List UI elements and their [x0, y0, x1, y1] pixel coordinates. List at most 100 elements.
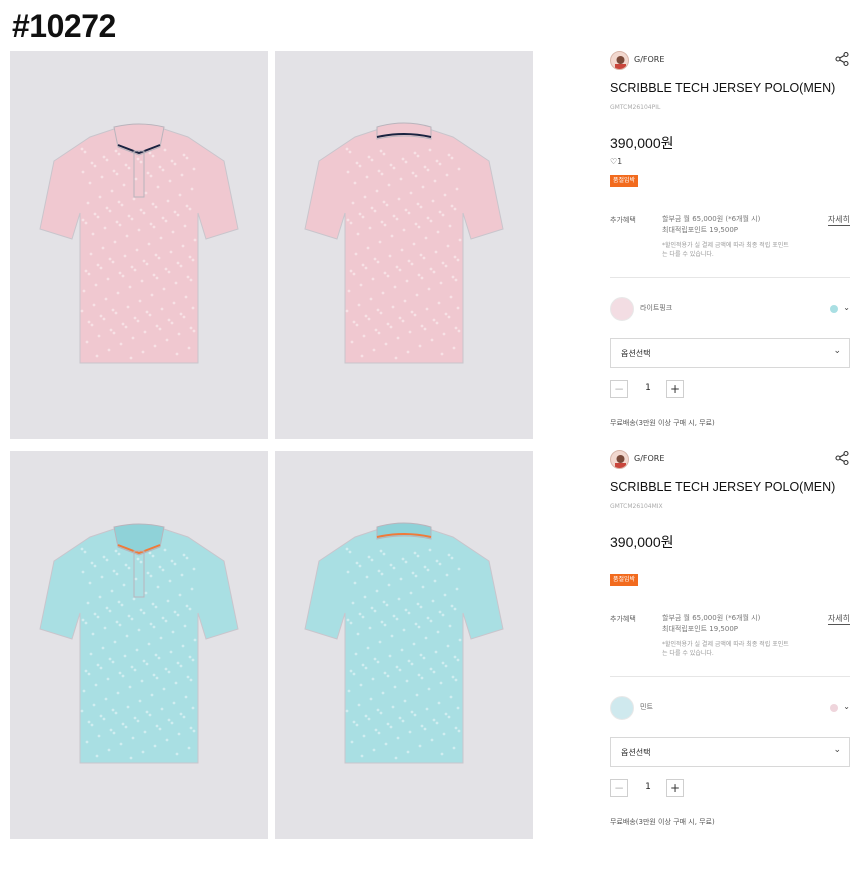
- fabric-pattern: [106, 677, 110, 681]
- brand-logo[interactable]: [610, 450, 629, 469]
- fabric-pattern: [447, 153, 451, 157]
- fabric-pattern: [112, 569, 116, 573]
- quantity-value[interactable]: 1: [638, 782, 658, 792]
- option-select[interactable]: 옵션선택 ⌄: [610, 338, 850, 368]
- fabric-pattern: [421, 585, 425, 589]
- fabric-pattern: [438, 210, 442, 214]
- fabric-pattern: [137, 228, 141, 232]
- fabric-pattern: [127, 566, 131, 570]
- fabric-pattern: [186, 275, 190, 279]
- quantity-increase-button[interactable]: +: [666, 380, 684, 398]
- fabric-pattern: [441, 613, 445, 617]
- fabric-pattern: [155, 724, 159, 728]
- fabric-pattern: [392, 166, 396, 170]
- fabric-pattern: [186, 675, 190, 679]
- color-swatch[interactable]: [610, 696, 634, 720]
- fabric-pattern: [160, 707, 164, 711]
- fabric-pattern: [351, 601, 355, 605]
- quantity-increase-button[interactable]: +: [666, 779, 684, 797]
- fabric-pattern: [372, 348, 376, 352]
- fabric-pattern: [416, 602, 420, 606]
- alt-color-dot[interactable]: [830, 704, 838, 712]
- fabric-pattern: [133, 716, 137, 720]
- brand-row[interactable]: G/FORE: [610, 51, 850, 71]
- fabric-pattern: [118, 671, 122, 675]
- detail-link[interactable]: 자세히: [827, 614, 850, 625]
- fabric-pattern: [176, 661, 180, 665]
- fabric-pattern: [456, 258, 460, 262]
- fabric-pattern: [136, 719, 140, 723]
- fabric-pattern: [403, 299, 407, 303]
- fabric-pattern: [171, 630, 175, 634]
- fabric-pattern: [87, 320, 91, 324]
- fabric-pattern: [139, 560, 143, 564]
- alt-color-dot[interactable]: [830, 305, 838, 313]
- fabric-pattern: [182, 153, 186, 157]
- fabric-pattern: [411, 571, 415, 575]
- fabric-pattern: [118, 623, 122, 627]
- fabric-pattern: [111, 260, 115, 264]
- brand-logo[interactable]: [610, 51, 629, 70]
- fabric-pattern: [81, 570, 85, 574]
- brand-row[interactable]: G/FORE: [610, 450, 850, 470]
- fabric-pattern: [392, 214, 396, 218]
- product-photo-pink-back[interactable]: [275, 51, 533, 439]
- fabric-pattern: [154, 253, 158, 257]
- brand-name[interactable]: G/FORE: [634, 454, 664, 463]
- fabric-pattern: [368, 626, 372, 630]
- product-info-panel: G/FORE SCRIBBLE TECH JERSEY POLO(MEN) GM…: [610, 450, 850, 840]
- fabric-pattern: [450, 556, 454, 560]
- fabric-pattern: [86, 201, 90, 205]
- fabric-pattern: [167, 670, 171, 674]
- product-photo-mint-back[interactable]: [275, 451, 533, 839]
- fabric-pattern: [91, 232, 95, 236]
- product-photo-mint-front[interactable]: [10, 451, 268, 839]
- fabric-pattern: [382, 152, 386, 156]
- fabric-pattern: [157, 256, 161, 260]
- fabric-pattern: [380, 172, 384, 176]
- product-photo-pink-front[interactable]: [10, 51, 268, 439]
- share-icon[interactable]: [834, 450, 850, 466]
- quantity-decrease-button[interactable]: −: [610, 380, 628, 398]
- fabric-pattern: [397, 597, 401, 601]
- fabric-pattern: [89, 652, 93, 656]
- fabric-pattern: [361, 615, 365, 619]
- fabric-pattern: [191, 258, 195, 262]
- color-swatch[interactable]: [610, 297, 634, 321]
- fabric-pattern: [164, 219, 168, 223]
- status-badge: 품절임박: [610, 175, 639, 187]
- fabric-pattern: [110, 589, 114, 593]
- fabric-pattern: [172, 701, 176, 705]
- option-select-label: 옵션선택: [621, 748, 651, 757]
- fabric-pattern: [378, 240, 382, 244]
- fabric-pattern: [423, 165, 427, 169]
- fabric-pattern: [100, 575, 104, 579]
- quantity-value[interactable]: 1: [638, 383, 658, 393]
- share-icon[interactable]: [834, 51, 850, 67]
- fabric-pattern: [128, 285, 132, 289]
- fabric-pattern: [455, 587, 459, 591]
- fabric-pattern: [377, 731, 381, 735]
- fabric-pattern: [385, 603, 389, 607]
- fabric-pattern: [103, 226, 107, 230]
- fabric-pattern: [387, 183, 391, 187]
- chevron-down-icon[interactable]: ⌄: [843, 702, 850, 711]
- installment-text: 할부금 월 65,000원 (*6개월 시): [662, 614, 761, 622]
- brand-name[interactable]: G/FORE: [634, 55, 664, 64]
- fabric-pattern: [98, 195, 102, 199]
- detail-link[interactable]: 자세히: [827, 215, 850, 226]
- fabric-pattern: [359, 283, 363, 287]
- fabric-pattern: [379, 311, 383, 315]
- chevron-down-icon[interactable]: ⌄: [843, 303, 850, 312]
- option-select[interactable]: 옵션선택 ⌄: [610, 737, 850, 767]
- fabric-pattern: [148, 151, 152, 155]
- quantity-decrease-button[interactable]: −: [610, 779, 628, 797]
- fabric-pattern: [426, 616, 430, 620]
- like-count[interactable]: ♡1: [610, 157, 622, 166]
- fabric-pattern: [444, 264, 448, 268]
- fabric-pattern: [421, 185, 425, 189]
- fabric-pattern: [101, 646, 105, 650]
- polo-shirt-body: [39, 528, 239, 764]
- fabric-pattern: [451, 675, 455, 679]
- fabric-pattern: [179, 312, 183, 316]
